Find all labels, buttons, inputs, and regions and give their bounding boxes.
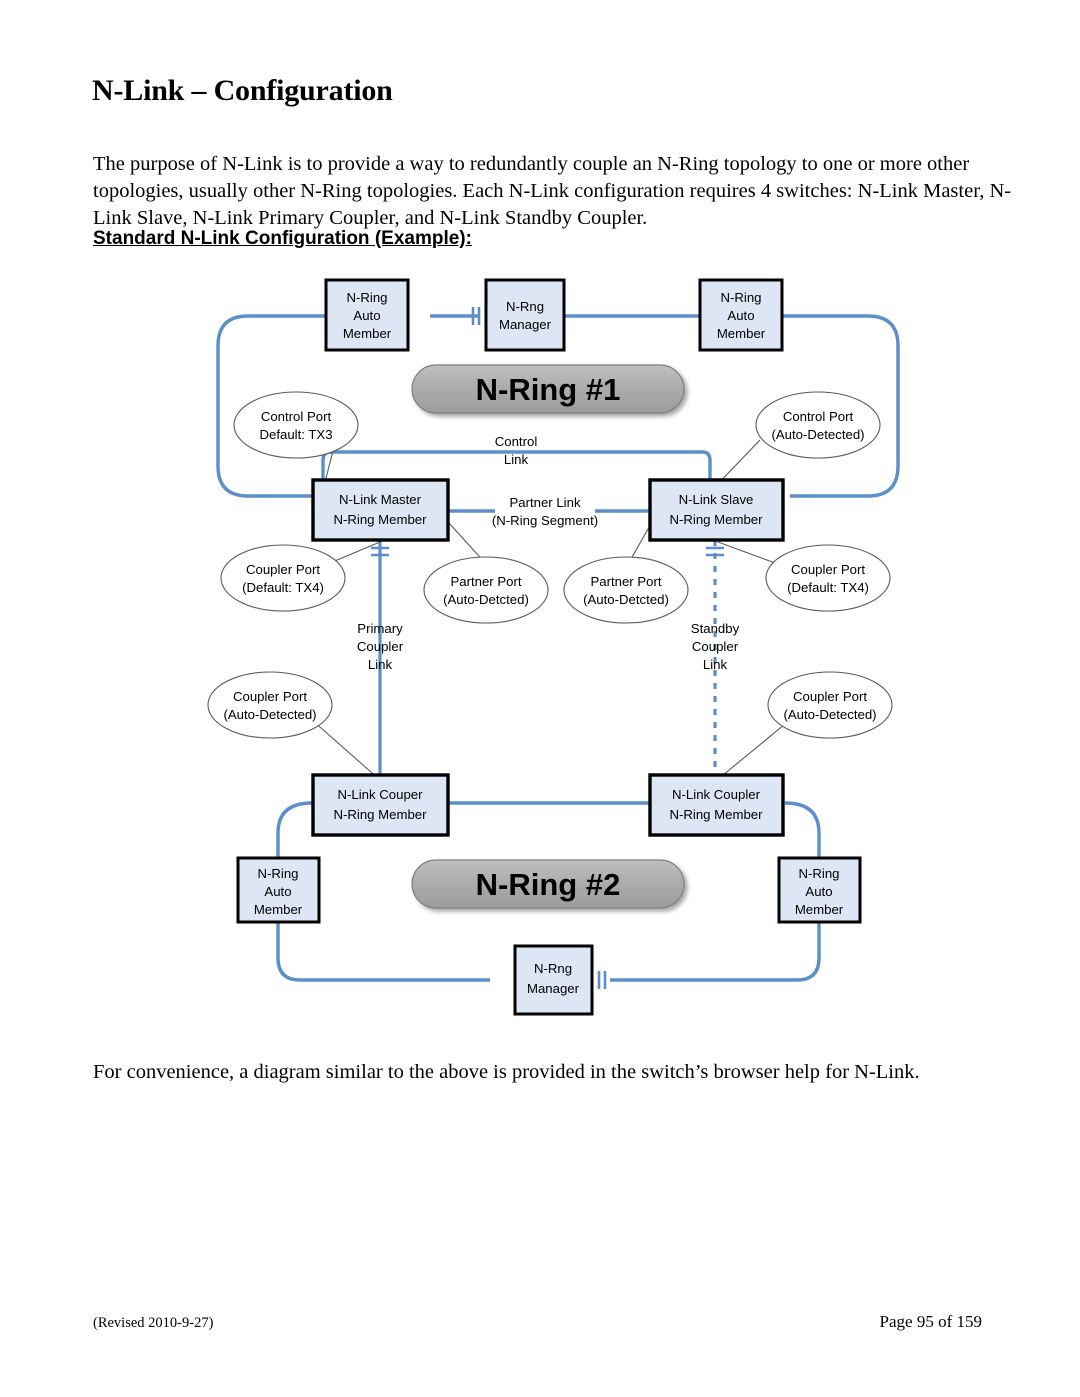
node-ring1-member-left[interactable]: N-Ring Auto Member — [324, 278, 410, 352]
svg-text:N-Ring Member: N-Ring Member — [669, 807, 763, 822]
link-label-standby-coupler-link: Standby Coupler Link — [691, 621, 740, 672]
svg-text:N-Link Coupler: N-Link Coupler — [672, 787, 761, 802]
svg-text:Standby: Standby — [691, 621, 740, 636]
svg-text:Partner Port: Partner Port — [590, 574, 661, 589]
svg-text:Link: Link — [368, 657, 393, 672]
svg-text:Default: TX3: Default: TX3 — [259, 427, 332, 442]
svg-text:(Default: TX4): (Default: TX4) — [787, 580, 869, 595]
link-label-primary-coupler-link: Primary Coupler Link — [357, 621, 404, 672]
ring1-banner: N-Ring #1 — [411, 364, 685, 414]
ring2-right-arc-upper — [784, 801, 821, 858]
svg-text:Coupler: Coupler — [692, 639, 739, 654]
svg-text:Coupler Port: Coupler Port — [791, 562, 865, 577]
svg-text:Manager: Manager — [499, 317, 552, 332]
callout-control-port-slave-shape — [755, 391, 881, 459]
leader-coupler-port-master — [329, 541, 381, 564]
svg-text:Manager: Manager — [527, 981, 580, 996]
svg-text:N-Rng: N-Rng — [506, 299, 544, 314]
leader-coupler-port-slave — [717, 541, 776, 564]
svg-text:Partner Port: Partner Port — [450, 574, 521, 589]
node-ring2-manager-shape[interactable] — [513, 944, 594, 1016]
svg-text:(Auto-Detcted): (Auto-Detcted) — [443, 592, 529, 607]
svg-text:Member: Member — [343, 326, 392, 341]
svg-text:(Default: TX4): (Default: TX4) — [242, 580, 324, 595]
svg-text:Coupler Port: Coupler Port — [233, 689, 307, 704]
svg-text:(Auto-Detcted): (Auto-Detcted) — [583, 592, 669, 607]
node-nlink-slave[interactable]: N-Link Slave N-Ring Member — [648, 478, 785, 542]
svg-text:(Auto-Detected): (Auto-Detected) — [223, 707, 316, 722]
document-page: N-Link – Configuration The purpose of N-… — [0, 0, 1080, 1397]
svg-text:(N-Ring Segment): (N-Ring Segment) — [492, 513, 598, 528]
callout-coupler-port-primary-shape — [207, 671, 333, 739]
svg-text:Member: Member — [717, 326, 766, 341]
svg-text:Auto: Auto — [727, 308, 754, 323]
svg-text:N-Ring: N-Ring — [257, 866, 298, 881]
svg-text:Member: Member — [254, 902, 303, 917]
svg-text:Auto: Auto — [805, 884, 832, 899]
ring2-right-member-down — [610, 922, 821, 982]
svg-text:N-Ring Member: N-Ring Member — [669, 512, 763, 527]
svg-text:N-Ring: N-Ring — [720, 290, 761, 305]
callout-partner-port-master-shape — [423, 556, 549, 624]
callout-coupler-port-master-shape — [220, 544, 346, 612]
svg-text:N-Rng: N-Rng — [534, 961, 572, 976]
ring2-banner-label: N-Ring #2 — [476, 867, 621, 902]
svg-text:Primary: Primary — [357, 621, 403, 636]
svg-text:Member: Member — [795, 902, 844, 917]
svg-text:Control Port: Control Port — [261, 409, 332, 424]
node-nlink-coupler-standby[interactable]: N-Link Coupler N-Ring Member — [648, 773, 785, 837]
callout-control-port-master-shape — [233, 391, 359, 459]
svg-text:N-Ring Member: N-Ring Member — [333, 512, 427, 527]
svg-text:Partner Link: Partner Link — [509, 495, 581, 510]
ring1-banner-label: N-Ring #1 — [476, 372, 621, 407]
intro-paragraph: The purpose of N-Link is to provide a wa… — [93, 152, 1012, 229]
node-nlink-master-shape[interactable] — [311, 478, 450, 542]
svg-text:N-Ring: N-Ring — [346, 290, 387, 305]
page-title: N-Link – Configuration — [92, 74, 393, 108]
callout-coupler-port-standby-shape — [767, 671, 893, 739]
link-label-partner-link: Partner Link (N-Ring Segment) — [492, 495, 598, 528]
ring2-break-symbol — [597, 971, 607, 989]
svg-text:Link: Link — [703, 657, 728, 672]
node-ring1-member-right[interactable]: N-Ring Auto Member — [698, 278, 784, 352]
svg-text:N-Link Master: N-Link Master — [339, 492, 422, 507]
node-nlink-coupler-standby-shape[interactable] — [648, 773, 785, 837]
n-link-configuration-diagram: Control Port Default: TX3 Control Port (… — [190, 258, 930, 1028]
footer-revision: (Revised 2010-9-27) — [93, 1315, 214, 1331]
ring2-banner: N-Ring #2 — [411, 859, 685, 909]
node-nlink-coupler-primary-shape[interactable] — [311, 773, 450, 837]
node-ring2-member-left[interactable]: N-Ring Auto Member — [236, 856, 321, 924]
svg-text:N-Link Slave: N-Link Slave — [679, 492, 754, 507]
svg-text:Link: Link — [504, 452, 529, 467]
node-ring1-manager[interactable]: N-Rng Manager — [484, 278, 566, 352]
svg-text:Coupler: Coupler — [357, 639, 404, 654]
node-ring1-manager-shape[interactable] — [484, 278, 566, 352]
svg-text:Auto: Auto — [353, 308, 380, 323]
svg-text:Control: Control — [495, 434, 538, 449]
section-subheading: Standard N-Link Configuration (Example): — [93, 228, 472, 249]
callout-coupler-port-slave-shape — [765, 544, 891, 612]
callout-partner-port-slave-shape — [563, 556, 689, 624]
svg-text:N-Ring: N-Ring — [798, 866, 839, 881]
svg-text:Coupler Port: Coupler Port — [246, 562, 320, 577]
closing-paragraph: For convenience, a diagram similar to th… — [93, 1060, 920, 1083]
ring2-left-member-down — [276, 922, 490, 982]
svg-text:Auto: Auto — [264, 884, 291, 899]
node-nlink-slave-shape[interactable] — [648, 478, 785, 542]
svg-text:Control Port: Control Port — [783, 409, 854, 424]
svg-text:N-Ring Member: N-Ring Member — [333, 807, 427, 822]
svg-text:(Auto-Detected): (Auto-Detected) — [783, 707, 876, 722]
svg-text:Coupler Port: Coupler Port — [793, 689, 867, 704]
leader-coupler-port-primary — [311, 719, 381, 781]
node-ring2-member-right[interactable]: N-Ring Auto Member — [777, 856, 862, 924]
svg-text:(Auto-Detected): (Auto-Detected) — [771, 427, 864, 442]
ring2-left-arc-upper — [276, 801, 313, 858]
node-nlink-master[interactable]: N-Link Master N-Ring Member — [311, 478, 450, 542]
svg-text:N-Link Couper: N-Link Couper — [337, 787, 423, 802]
leader-coupler-port-standby — [716, 719, 791, 781]
footer-page-number: Page 95 of 159 — [879, 1312, 982, 1331]
node-ring2-manager[interactable]: N-Rng Manager — [513, 944, 594, 1016]
node-nlink-coupler-primary[interactable]: N-Link Couper N-Ring Member — [311, 773, 450, 837]
